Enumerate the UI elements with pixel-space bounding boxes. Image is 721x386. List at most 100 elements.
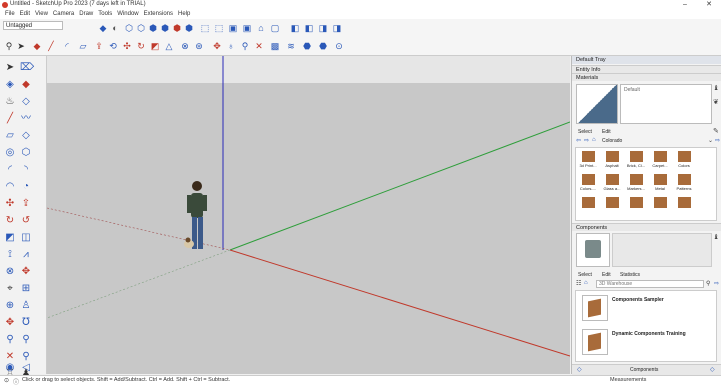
rotate-icon[interactable]: ↻: [4, 215, 16, 227]
paint-icon[interactable]: ♨: [4, 96, 16, 108]
push-pull-tool-icon[interactable]: ⇪: [94, 41, 104, 51]
back-icon[interactable]: ⇦: [576, 137, 581, 144]
material-item[interactable]: Glass a...: [602, 173, 622, 193]
3d-text-icon[interactable]: ⊞: [20, 283, 32, 295]
menu-extensions[interactable]: Extensions: [144, 10, 173, 19]
text-icon[interactable]: ⌖: [4, 283, 16, 295]
library-dropdown-icon[interactable]: ⌄: [708, 137, 713, 144]
zoom-window-left-icon[interactable]: ⚲: [20, 334, 32, 346]
material-item[interactable]: Patterns: [674, 173, 694, 193]
tag-select[interactable]: Untagged: [3, 21, 63, 30]
paint-bucket-icon[interactable]: ⊗: [180, 41, 190, 51]
tag-eye-icon[interactable]: ◆: [98, 23, 108, 33]
rectangle-icon[interactable]: ▱: [4, 130, 16, 142]
menu-tools[interactable]: Tools: [98, 10, 112, 19]
menu-camera[interactable]: Camera: [53, 10, 74, 19]
components-tab-select[interactable]: Select: [578, 272, 592, 278]
arc-icon[interactable]: ◜: [4, 164, 16, 176]
list-item[interactable]: Dynamic Components Training: [580, 327, 721, 357]
follow-me-icon[interactable]: ↺: [20, 215, 32, 227]
material-item[interactable]: Metal: [650, 173, 670, 193]
zoom-extents-icon[interactable]: ✕: [254, 41, 264, 51]
view-right-icon[interactable]: ▣: [242, 23, 252, 33]
material-item[interactable]: Markers...: [626, 173, 646, 193]
walk-icon[interactable]: ♙: [20, 300, 32, 312]
tape-measure-icon[interactable]: △: [164, 41, 174, 51]
shape-tool-icon[interactable]: ▱: [78, 41, 88, 51]
section-display-icon[interactable]: ◨: [332, 23, 342, 33]
circle-icon[interactable]: ◎: [4, 147, 16, 159]
extension-manager-icon[interactable]: ⬣: [318, 41, 328, 51]
tape-icon[interactable]: ⟟: [4, 249, 16, 261]
menu-window[interactable]: Window: [117, 10, 138, 19]
menu-view[interactable]: View: [35, 10, 48, 19]
material-item[interactable]: Colors: [674, 150, 694, 170]
components-forward-icon[interactable]: ⇨: [714, 280, 719, 287]
view-iso-icon[interactable]: ⬚: [200, 23, 210, 33]
line-tool-icon[interactable]: ╱: [46, 41, 56, 51]
material-item[interactable]: Asphalt: [602, 150, 622, 170]
three-point-arc-icon[interactable]: ◠: [4, 181, 16, 193]
select-icon[interactable]: ➤: [4, 62, 16, 74]
material-item[interactable]: Colors-...: [578, 173, 598, 193]
view-options-icon[interactable]: ☷: [576, 280, 581, 287]
section-left-2-icon[interactable]: ◁: [20, 362, 32, 374]
dimension-icon[interactable]: ⊗: [4, 266, 16, 278]
materials-header[interactable]: Materials: [572, 73, 721, 81]
material-item[interactable]: [674, 196, 694, 216]
lasso-icon[interactable]: ⌦: [20, 62, 34, 74]
search-icon[interactable]: ⚲: [4, 41, 14, 51]
rotated-rectangle-icon[interactable]: ◇: [20, 130, 32, 142]
style-backedges-icon[interactable]: ⬡: [136, 23, 146, 33]
two-point-arc-icon[interactable]: ◝: [20, 164, 32, 176]
menu-help[interactable]: Help: [178, 10, 190, 19]
menu-file[interactable]: File: [5, 10, 15, 19]
style-wireframe-icon[interactable]: ⬢: [148, 23, 158, 33]
components-home-icon[interactable]: ⌂: [584, 280, 588, 286]
eraser-icon[interactable]: ◆: [20, 79, 32, 91]
home-icon[interactable]: ⌂: [592, 137, 596, 143]
section-left-icon[interactable]: ◉: [4, 362, 16, 374]
arc-tool-icon[interactable]: ◜: [62, 41, 72, 51]
offset-icon[interactable]: ◫: [20, 232, 32, 244]
material-item[interactable]: Carpet...: [650, 150, 670, 170]
components-search-input[interactable]: [596, 280, 704, 288]
zoom-icon[interactable]: ⚲: [4, 334, 16, 346]
polygon-icon[interactable]: ⬡: [20, 147, 32, 159]
component-name-box[interactable]: [612, 233, 712, 267]
push-pull-icon[interactable]: ⇪: [20, 198, 32, 210]
components-search-icon[interactable]: ⚲: [706, 280, 710, 287]
axes-icon[interactable]: ✥: [20, 266, 32, 278]
scale-tool-icon[interactable]: ◩: [150, 41, 160, 51]
move-tool-icon[interactable]: ✣: [122, 41, 132, 51]
pie-icon[interactable]: ◔: [20, 181, 32, 193]
paint-default-icon[interactable]: ❦: [713, 98, 719, 106]
minimize-button[interactable]: –: [676, 0, 694, 10]
materials-tab-edit[interactable]: Edit: [602, 129, 611, 135]
menu-draw[interactable]: Draw: [79, 10, 93, 19]
extension-warehouse-icon[interactable]: ≋: [286, 41, 296, 51]
warehouse-icon[interactable]: ▩: [270, 41, 280, 51]
view-left-icon[interactable]: ▢: [270, 23, 280, 33]
close-button[interactable]: ✕: [700, 0, 718, 10]
geo-location-icon[interactable]: ⊙: [4, 377, 9, 384]
components-header[interactable]: Components: [572, 223, 721, 231]
components-tab-statistics[interactable]: Statistics: [620, 272, 640, 278]
materials-tab-select[interactable]: Select: [578, 129, 592, 135]
material-item[interactable]: [626, 196, 646, 216]
material-item[interactable]: Brick, Cl...: [626, 150, 646, 170]
view-back-icon[interactable]: ⌂: [256, 23, 266, 33]
rotate-tool-icon[interactable]: ↻: [136, 41, 146, 51]
material-item[interactable]: [578, 196, 598, 216]
zoom-tool-icon[interactable]: ♁: [226, 41, 236, 51]
view-top-icon[interactable]: ⬚: [214, 23, 224, 33]
details-icon[interactable]: ⇨: [715, 137, 720, 144]
pan-icon[interactable]: ✥: [4, 317, 16, 329]
section-plane-icon[interactable]: ◧: [290, 23, 300, 33]
material-item[interactable]: [650, 196, 670, 216]
material-library[interactable]: Colorado: [602, 138, 622, 144]
section-fill-icon[interactable]: ◨: [318, 23, 328, 33]
person-figure[interactable]: [184, 181, 207, 249]
entity-info-header[interactable]: Entity Info: [572, 65, 721, 73]
zoom-window-icon[interactable]: ⚲: [240, 41, 250, 51]
